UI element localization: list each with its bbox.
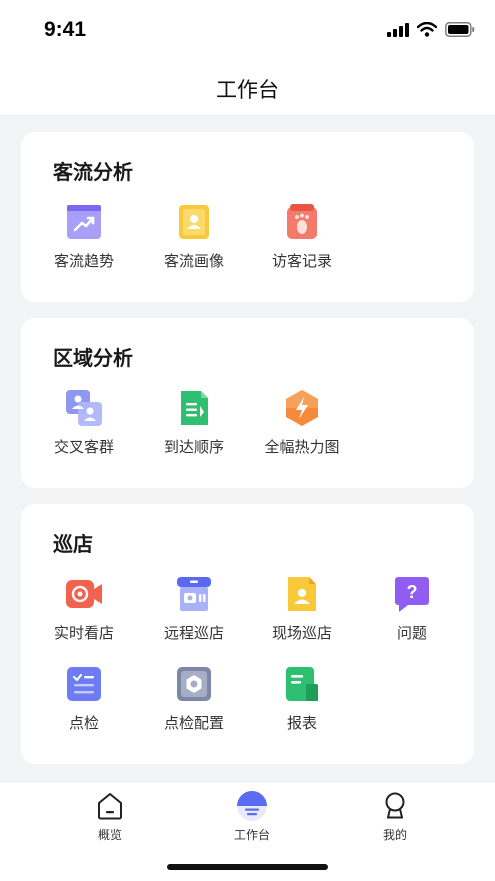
item-label: 实时看店	[53, 624, 114, 642]
item-issues[interactable]: ? 问题	[357, 574, 467, 643]
section-title: 客流分析	[53, 160, 133, 184]
item-label: 客流趋势	[53, 252, 114, 270]
item-full-heatmap[interactable]: 全幅热力图	[247, 388, 357, 457]
item-cross-customers[interactable]: 交叉客群	[29, 388, 139, 457]
tab-label: 工作台	[233, 828, 270, 842]
item-spot-check-config[interactable]: 点检配置	[139, 664, 249, 733]
item-label: 到达顺序	[163, 438, 224, 456]
home-icon	[98, 793, 122, 820]
portrait-card-icon	[179, 205, 209, 239]
item-remote-patrol[interactable]: 远程巡店	[139, 574, 249, 643]
status-bar: 9:41	[0, 0, 495, 62]
item-arrival-order[interactable]: 到达顺序	[139, 388, 249, 457]
item-visitor-records[interactable]: 访客记录	[247, 202, 357, 271]
section-card-traffic-analysis: 客流分析 客流趋势 客流画像 访客记录	[21, 132, 474, 302]
report-icon	[286, 667, 318, 701]
section-title: 巡店	[53, 532, 93, 556]
home-indicator[interactable]	[167, 864, 328, 870]
item-label: 客流画像	[163, 252, 224, 270]
status-icons	[387, 22, 475, 37]
signal-icon	[387, 22, 409, 37]
inspection-config-icon	[177, 667, 211, 701]
overlap-users-icon	[66, 390, 102, 426]
tab-workbench[interactable]: 工作台	[212, 790, 292, 843]
status-time: 9:41	[44, 18, 87, 41]
footprint-icon	[287, 204, 317, 239]
item-label: 报表	[286, 714, 317, 732]
battery-icon	[445, 22, 475, 37]
profile-icon	[385, 792, 405, 819]
section-card-store-patrol: 巡店 实时看店 远程巡店 现场巡店 ? 问题 点检 点检配置 报表	[21, 504, 474, 764]
tab-mine[interactable]: 我的	[355, 790, 435, 843]
item-label: 交叉客群	[53, 438, 114, 456]
section-title: 区域分析	[53, 346, 133, 370]
item-traffic-trend[interactable]: 客流趋势	[29, 202, 139, 271]
item-label: 问题	[396, 624, 427, 642]
document-list-icon	[181, 391, 208, 425]
item-label: 点检	[68, 714, 99, 732]
navigation-bar: 工作台	[0, 62, 495, 116]
trend-chart-icon	[67, 205, 101, 239]
svg-text:?: ?	[407, 582, 418, 602]
page-title: 工作台	[216, 77, 279, 102]
wifi-icon	[417, 22, 437, 37]
checklist-icon	[67, 667, 101, 701]
remote-store-icon	[177, 577, 211, 611]
item-onsite-patrol[interactable]: 现场巡店	[247, 574, 357, 643]
workbench-icon	[237, 791, 267, 821]
question-bubble-icon: ?	[395, 577, 429, 612]
item-spot-check[interactable]: 点检	[29, 664, 139, 733]
section-card-area-analysis: 区域分析 交叉客群 到达顺序 全幅热力图	[21, 318, 474, 488]
item-label: 访客记录	[271, 252, 332, 270]
item-live-view[interactable]: 实时看店	[29, 574, 139, 643]
item-reports[interactable]: 报表	[247, 664, 357, 733]
video-camera-icon	[66, 580, 102, 608]
item-label: 远程巡店	[163, 624, 224, 642]
item-label: 点检配置	[163, 714, 224, 732]
heatmap-bolt-icon	[286, 390, 318, 426]
onsite-inspection-icon	[288, 577, 316, 611]
item-label: 现场巡店	[271, 624, 332, 642]
tab-label: 我的	[382, 828, 407, 842]
tab-overview[interactable]: 概览	[70, 790, 150, 843]
item-label: 全幅热力图	[264, 438, 340, 456]
item-traffic-portrait[interactable]: 客流画像	[139, 202, 249, 271]
tab-label: 概览	[97, 828, 122, 842]
